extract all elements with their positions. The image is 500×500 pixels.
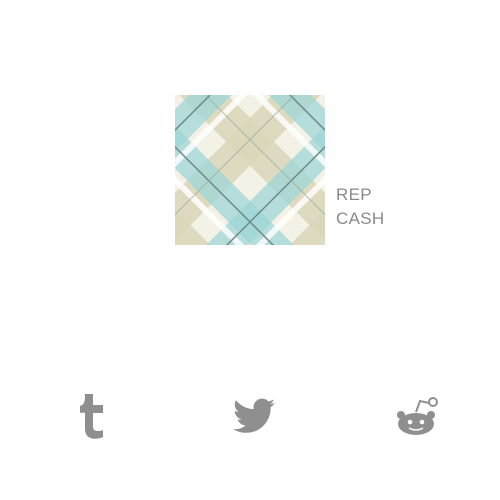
share-bar	[0, 388, 500, 444]
page: REP CASH	[0, 0, 500, 500]
share-reddit-button[interactable]	[388, 388, 444, 444]
plaid-artwork-image	[175, 95, 325, 245]
caption-line-2: CASH	[336, 209, 385, 228]
tumblr-icon	[80, 394, 103, 439]
share-tumblr-button[interactable]	[64, 388, 120, 444]
caption-line-1: REP	[336, 185, 372, 204]
twitter-icon	[233, 398, 275, 433]
reddit-icon	[397, 397, 438, 435]
artwork-caption: REP CASH	[336, 183, 384, 231]
share-twitter-button[interactable]	[226, 388, 282, 444]
